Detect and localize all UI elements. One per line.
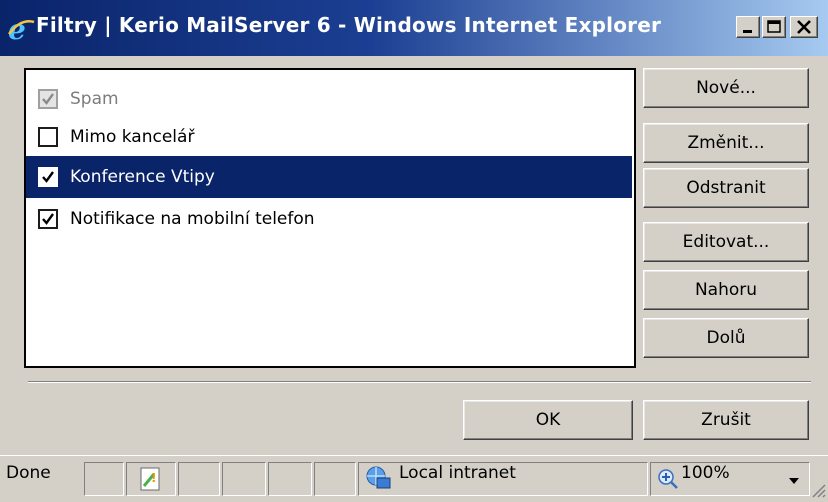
filter-list[interactable]: Spam Mimo kancelář Konference Vtipy Noti… bbox=[24, 68, 636, 368]
checkmark-icon bbox=[42, 93, 54, 105]
page-warning-icon: ! bbox=[140, 467, 160, 491]
zoom-cell[interactable]: 100% bbox=[650, 462, 810, 496]
filter-row-konference-vtipy[interactable]: Konference Vtipy bbox=[26, 156, 632, 198]
filter-row-mimo-kancelar[interactable]: Mimo kancelář bbox=[26, 116, 632, 158]
zoom-level: 100% bbox=[681, 463, 730, 483]
status-text: Done bbox=[6, 463, 51, 483]
cancel-button[interactable]: Zrušit bbox=[643, 400, 809, 440]
window-title: Filtry | Kerio MailServer 6 - Windows In… bbox=[36, 13, 662, 37]
filter-row-notifikace[interactable]: Notifikace na mobilní telefon bbox=[26, 198, 632, 240]
remove-button[interactable]: Odstranit bbox=[643, 168, 809, 208]
svg-text:e: e bbox=[8, 14, 26, 44]
status-cell: ! bbox=[126, 462, 176, 496]
move-up-button[interactable]: Nahoru bbox=[643, 270, 809, 310]
filter-label: Spam bbox=[70, 89, 119, 109]
status-cell bbox=[222, 462, 266, 496]
konference-vtipy-checkbox[interactable] bbox=[38, 167, 58, 187]
minimize-icon bbox=[743, 30, 752, 33]
svg-text:!: ! bbox=[151, 471, 156, 485]
status-bar: Done ! Local intranet 100% bbox=[0, 455, 828, 502]
filter-row-spam[interactable]: Spam bbox=[26, 78, 632, 120]
filter-label: Notifikace na mobilní telefon bbox=[70, 209, 315, 229]
close-button[interactable] bbox=[790, 16, 818, 38]
move-down-button[interactable]: Dolů bbox=[643, 318, 809, 358]
status-cell bbox=[84, 462, 124, 496]
spam-checkbox[interactable] bbox=[38, 89, 58, 109]
filter-label: Mimo kancelář bbox=[70, 127, 195, 147]
close-icon bbox=[797, 20, 811, 34]
edit-button[interactable]: Editovat... bbox=[643, 222, 809, 262]
local-intranet-icon bbox=[366, 466, 391, 489]
maximize-button[interactable] bbox=[762, 16, 786, 38]
resize-grip-icon[interactable] bbox=[808, 480, 826, 498]
zone-cell[interactable]: Local intranet bbox=[358, 462, 648, 496]
separator bbox=[28, 381, 811, 383]
chevron-down-icon[interactable] bbox=[787, 476, 801, 486]
mimo-kancelar-checkbox[interactable] bbox=[38, 127, 58, 147]
status-cell bbox=[268, 462, 312, 496]
filter-label: Konference Vtipy bbox=[70, 167, 215, 187]
maximize-icon bbox=[767, 20, 781, 33]
checkmark-icon bbox=[42, 171, 54, 183]
ok-button[interactable]: OK bbox=[463, 400, 633, 440]
new-button[interactable]: Nové... bbox=[643, 68, 809, 108]
minimize-button[interactable] bbox=[736, 16, 760, 38]
notifikace-checkbox[interactable] bbox=[38, 209, 58, 229]
title-bar[interactable]: e Filtry | Kerio MailServer 6 - Windows … bbox=[0, 0, 828, 56]
zone-text: Local intranet bbox=[399, 463, 516, 483]
zoom-icon bbox=[658, 469, 678, 489]
status-cell bbox=[314, 462, 356, 496]
change-button[interactable]: Změnit... bbox=[643, 123, 809, 163]
checkmark-icon bbox=[42, 213, 54, 225]
internet-explorer-icon: e bbox=[8, 14, 35, 44]
status-cell bbox=[178, 462, 220, 496]
